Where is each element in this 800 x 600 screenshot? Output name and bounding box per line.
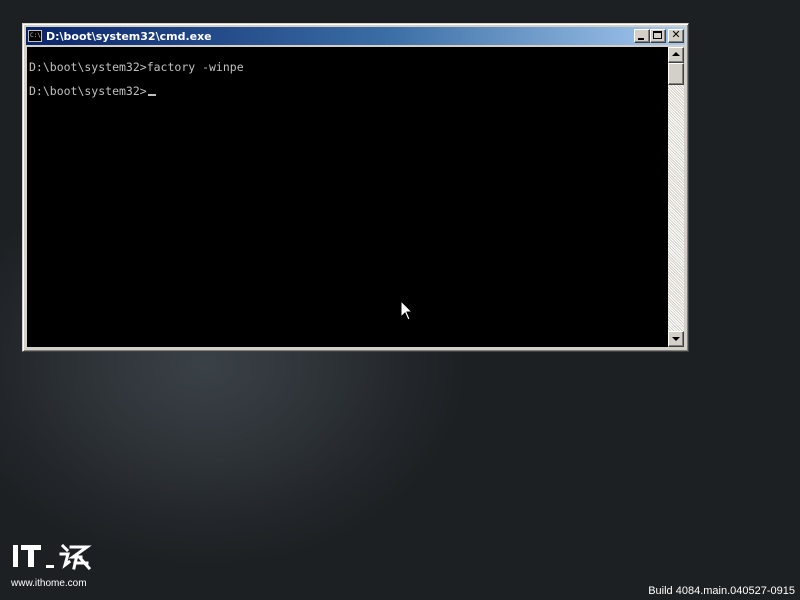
close-icon: ✕ <box>671 28 681 41</box>
arrow-up-icon <box>672 52 680 56</box>
window-title: D:\boot\system32\cmd.exe <box>46 29 212 43</box>
ithome-logo <box>13 543 92 571</box>
window-titlebar[interactable]: C:\ D:\boot\system32\cmd.exe ✕ <box>26 27 685 45</box>
console-icon[interactable]: C:\ <box>28 30 42 42</box>
maximize-button[interactable] <box>650 29 666 43</box>
vertical-scrollbar[interactable] <box>668 47 684 347</box>
mouse-pointer-icon <box>400 300 414 321</box>
close-button[interactable]: ✕ <box>668 28 684 43</box>
maximize-icon <box>653 31 662 39</box>
console-line-command: D:\boot\system32>factory -winpe <box>29 60 244 74</box>
cmd-window[interactable]: C:\ D:\boot\system32\cmd.exe ✕ D:\boot\s… <box>22 23 689 352</box>
scrollbar-thumb[interactable] <box>668 63 684 85</box>
scroll-up-button[interactable] <box>668 47 684 63</box>
window-controls: ✕ <box>634 28 684 43</box>
minimize-button[interactable] <box>634 29 650 43</box>
build-label: Build 4084.main.040527-0915 <box>648 585 795 597</box>
scroll-down-button[interactable] <box>668 331 684 347</box>
console-output[interactable]: D:\boot\system32>factory -winpe D:\boot\… <box>27 47 668 347</box>
console-line-text: D:\boot\system32> <box>29 84 147 98</box>
console-line-text: D:\boot\system32>factory -winpe <box>29 60 244 74</box>
watermark-url: www.ithome.com <box>11 578 87 589</box>
minimize-icon <box>638 38 644 40</box>
console-line-prompt: D:\boot\system32> <box>29 84 156 98</box>
text-cursor <box>147 94 156 96</box>
arrow-down-icon <box>672 337 680 341</box>
